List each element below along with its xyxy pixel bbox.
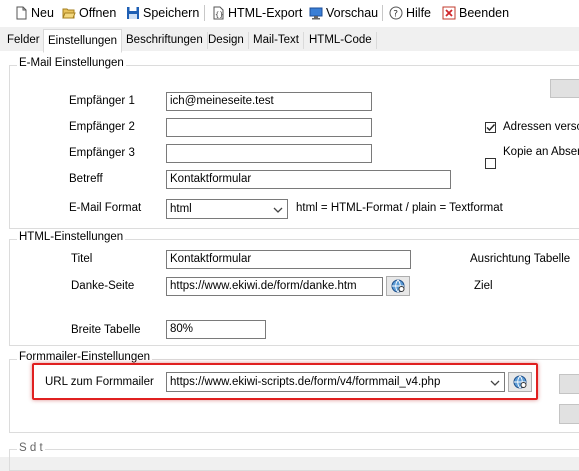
help-icon: ? (389, 6, 403, 20)
toolbar-separator (382, 5, 383, 21)
monitor-icon (309, 6, 323, 20)
table-width-field[interactable]: 80% (166, 320, 266, 339)
recipient3-field[interactable] (166, 144, 372, 163)
svg-text:?: ? (393, 10, 398, 20)
bottom-group-legend: S d t (17, 442, 45, 454)
highlight-frame (32, 363, 538, 400)
copy-to-sender-label: Kopie an Abser (503, 146, 579, 158)
save-disk-icon (126, 6, 140, 20)
toolbar: Neu Offnen Speichern {} HTML-Export Vors… (0, 0, 579, 27)
tab-beschriftungen[interactable]: Beschriftungen (122, 32, 208, 49)
recipient1-label: Empfänger 1 (69, 95, 135, 107)
svg-text:{}: {} (215, 11, 223, 19)
exit-label: Beenden (459, 6, 510, 20)
recipient2-field[interactable] (166, 118, 372, 137)
save-label: Speichern (143, 6, 200, 20)
side-button[interactable] (550, 79, 579, 98)
table-alignment-label: Ausrichtung Tabelle (470, 253, 571, 265)
recipient3-label: Empfänger 3 (69, 147, 135, 159)
help-label: Hilfe (406, 6, 432, 20)
html-export-icon: {} (211, 6, 225, 20)
bottom-group (9, 449, 579, 471)
new-document-icon (14, 6, 28, 20)
html-export-label: HTML-Export (228, 6, 303, 20)
globe-icon (391, 279, 405, 293)
thanks-page-field[interactable]: https://www.ekiwi.de/form/danke.htm (166, 277, 383, 296)
new-button[interactable]: Neu (14, 4, 54, 22)
new-label: Neu (31, 6, 54, 20)
recipient1-field[interactable]: ich@meineseite.test (166, 92, 372, 111)
format-label: E-Mail Format (69, 202, 142, 214)
format-hint: html = HTML-Format / plain = Textformat (296, 202, 503, 214)
tab-mail-text[interactable]: Mail-Text (249, 32, 305, 49)
hide-addresses-label: Adressen versc (503, 121, 579, 133)
tab-design[interactable]: Design (204, 32, 249, 49)
preview-label: Vorschau (326, 6, 379, 20)
recipient2-label: Empfänger 2 (69, 121, 135, 133)
subject-field[interactable]: Kontaktformular (166, 170, 451, 189)
title-field[interactable]: Kontaktformular (166, 250, 411, 269)
target-label: Ziel (474, 280, 493, 292)
copy-to-sender-checkbox[interactable] (485, 158, 496, 169)
side-button[interactable] (559, 404, 579, 424)
title-label: Titel (71, 253, 93, 265)
format-select-value: html (170, 203, 192, 215)
save-button[interactable]: Speichern (126, 4, 199, 22)
exit-close-icon (442, 6, 456, 20)
side-button[interactable] (559, 374, 579, 394)
preview-button[interactable]: Vorschau (309, 4, 378, 22)
table-width-label: Breite Tabelle (71, 324, 141, 336)
tab-felder[interactable]: Felder (3, 32, 45, 49)
html-settings-legend: HTML-Einstellungen (17, 231, 126, 243)
thanks-page-label: Danke-Seite (71, 280, 135, 292)
open-folder-icon (62, 6, 76, 20)
formmailer-settings-legend: Formmailer-Einstellungen (17, 351, 153, 363)
exit-button[interactable]: Beenden (442, 4, 509, 22)
tab-html-code[interactable]: HTML-Code (305, 32, 377, 49)
open-label: Offnen (79, 6, 117, 20)
thanks-page-browse-button[interactable] (386, 276, 410, 296)
help-button[interactable]: ? Hilfe (389, 4, 431, 22)
subject-label: Betreff (69, 173, 103, 185)
chevron-down-icon (273, 203, 283, 213)
hide-addresses-checkbox[interactable] (485, 122, 496, 133)
html-export-button[interactable]: {} HTML-Export (211, 4, 302, 22)
email-settings-legend: E-Mail Einstellungen (17, 57, 126, 69)
checkmark-icon (486, 124, 496, 132)
open-button[interactable]: Offnen (62, 4, 116, 22)
format-select[interactable]: html (166, 199, 288, 219)
toolbar-separator (204, 5, 205, 21)
tab-einstellungen[interactable]: Einstellungen (43, 29, 123, 53)
